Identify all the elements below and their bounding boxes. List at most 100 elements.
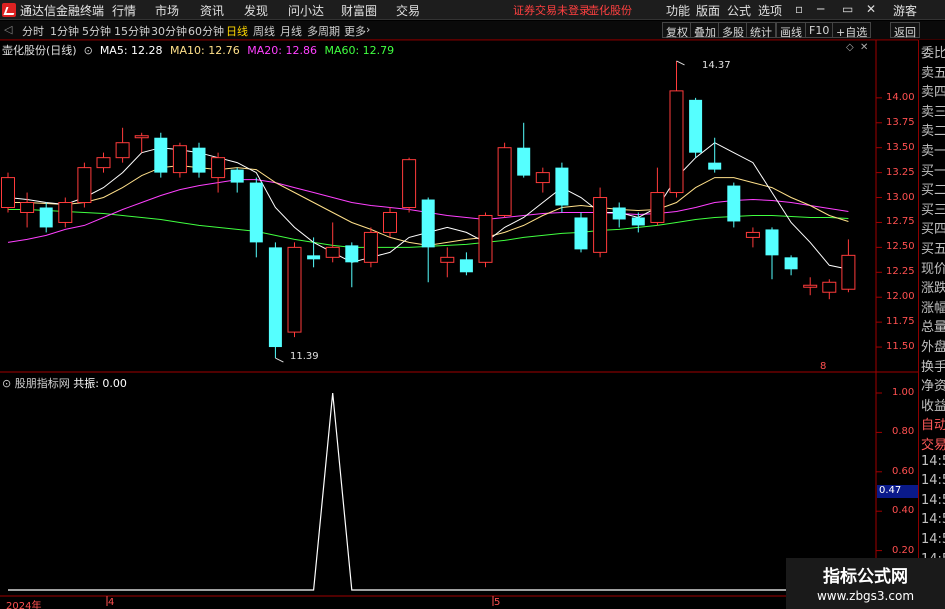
low-pointer [275, 357, 284, 363]
candle-body [211, 157, 226, 179]
high-pointer [676, 60, 685, 66]
chart-legend: 壶化股份(日线) ⊙ MA5: 12.28 MA10: 12.76 MA20: … [2, 42, 394, 58]
sidebar-item[interactable]: 14:56 [921, 512, 945, 527]
sidebar-item[interactable]: 14:55 [921, 454, 945, 469]
candle-body [307, 255, 321, 260]
sidebar-item[interactable]: 涨幅 [921, 297, 945, 316]
indicator-line [8, 392, 849, 591]
price-axis-label: 13.50 [886, 141, 915, 153]
date-label-year: 2024年 [6, 601, 42, 609]
candle-body [574, 217, 588, 250]
candle-body [77, 167, 92, 204]
sidebar-item[interactable]: 委比 [921, 42, 945, 61]
price-axis-label: 13.00 [886, 191, 915, 203]
candle-body [287, 246, 302, 333]
candle-body [478, 214, 493, 263]
quote-sidebar: 委比 卖五 卖四 卖三 卖二 卖一 买一 买二 买三 买四 买五 现价 涨跌 涨幅 总量 外盘 换手 净资 收益 自动… [918, 40, 945, 609]
candle-body [20, 202, 35, 213]
price-axis-label: 12.25 [886, 266, 915, 278]
candle-body [421, 199, 435, 248]
indicator-axis-label: 0.20 [892, 544, 915, 556]
price-axis-label: 12.75 [886, 216, 915, 228]
candle-body [192, 147, 206, 173]
candle-body [708, 162, 722, 170]
sidebar-item[interactable]: 换手 [921, 356, 945, 375]
kline-chart[interactable] [0, 0, 945, 609]
indicator-value: 共振: 0.00 [73, 377, 127, 390]
candle-body [497, 147, 512, 216]
candle-body [154, 137, 168, 173]
sidebar-item[interactable]: 卖五 [921, 62, 945, 81]
indicator-axis-label: 0.40 [892, 505, 915, 517]
legend-ma60: MA60: 12.79 [324, 44, 395, 57]
indicator-settings-icon[interactable]: ⊙ [2, 377, 11, 390]
sidebar-item[interactable]: 自动 [921, 414, 945, 433]
candle-body [517, 147, 531, 176]
sidebar-item[interactable]: 涨跌 [921, 277, 945, 296]
candle-body [96, 157, 111, 169]
price-axis-label: 11.50 [886, 341, 915, 353]
sidebar-item[interactable]: 买五 [921, 238, 945, 257]
indicator-current-value: 0.47 [877, 485, 918, 498]
candle-body [440, 256, 455, 263]
event-marker[interactable]: 8 [820, 361, 826, 372]
candle-body [689, 99, 703, 153]
sidebar-item[interactable]: 买一 [921, 160, 945, 179]
legend-settings-icon[interactable]: ⊙ [80, 44, 96, 57]
sidebar-item[interactable]: 14:55 [921, 473, 945, 488]
sidebar-item[interactable]: 买三 [921, 199, 945, 218]
price-axis-label: 13.25 [886, 166, 915, 178]
candle-body [765, 229, 779, 256]
sidebar-item[interactable]: 现价 [921, 258, 945, 277]
candle-body [268, 247, 282, 348]
price-axis-label: 12.00 [886, 291, 915, 303]
candle-body [134, 135, 149, 139]
candle-body [650, 192, 665, 223]
sidebar-item[interactable]: 总量 [921, 316, 945, 335]
sidebar-item[interactable]: 卖二 [921, 120, 945, 139]
candle-body [727, 185, 741, 222]
watermark-url: www.zbgs3.com [816, 589, 915, 603]
indicator-axis-label: 1.00 [892, 387, 915, 398]
candle-body [230, 169, 244, 183]
candle-body [745, 231, 760, 238]
candle-body [631, 217, 645, 226]
sidebar-item[interactable]: 交易 [921, 434, 945, 453]
legend-ma10: MA10: 12.76 [170, 44, 240, 57]
indicator-axis-label: 0.80 [892, 426, 915, 438]
candle-body [555, 167, 569, 206]
candle-body [1, 177, 15, 208]
sidebar-item[interactable]: 卖四 [921, 81, 945, 100]
expand-icon[interactable]: ✕ [860, 42, 868, 53]
candle-body [325, 246, 340, 258]
sidebar-item[interactable]: 卖三 [921, 101, 945, 120]
sidebar-item[interactable]: 净资 [921, 375, 945, 394]
sidebar-item[interactable]: 买二 [921, 179, 945, 198]
legend-stock: 壶化股份(日线) [2, 44, 77, 57]
price-axis-label: 11.75 [886, 316, 915, 328]
candle-body [58, 202, 73, 223]
legend-ma5: MA5: 12.28 [99, 44, 163, 57]
indicator-legend: ⊙ 股朋指标网 共振: 0.00 [2, 375, 127, 391]
indicator-axis-label: 0.60 [892, 465, 915, 477]
high-price-label: 14.37 [702, 60, 731, 71]
low-price-label: 11.39 [290, 351, 319, 362]
candle-body [402, 159, 417, 209]
sidebar-item[interactable]: 卖一 [921, 140, 945, 159]
candle-body [593, 197, 608, 253]
sidebar-item[interactable]: 买四 [921, 218, 945, 237]
legend-ma20: MA20: 12.86 [247, 44, 317, 57]
sidebar-item[interactable]: 收益 [921, 395, 945, 414]
candle-body [669, 90, 684, 194]
price-axis-label: 12.50 [886, 241, 915, 253]
date-label-may: 5 [494, 597, 501, 608]
diamond-icon[interactable]: ◇ [846, 42, 854, 53]
candle-body [345, 245, 359, 263]
sidebar-item[interactable]: 14:56 [921, 532, 945, 547]
date-label-april: 4 [108, 597, 115, 608]
candle-body [39, 207, 53, 228]
sidebar-item[interactable]: 14:55 [921, 493, 945, 508]
candle-body [535, 172, 550, 184]
watermark-title: 指标公式网 [823, 567, 908, 587]
sidebar-item[interactable]: 外盘 [921, 336, 945, 355]
